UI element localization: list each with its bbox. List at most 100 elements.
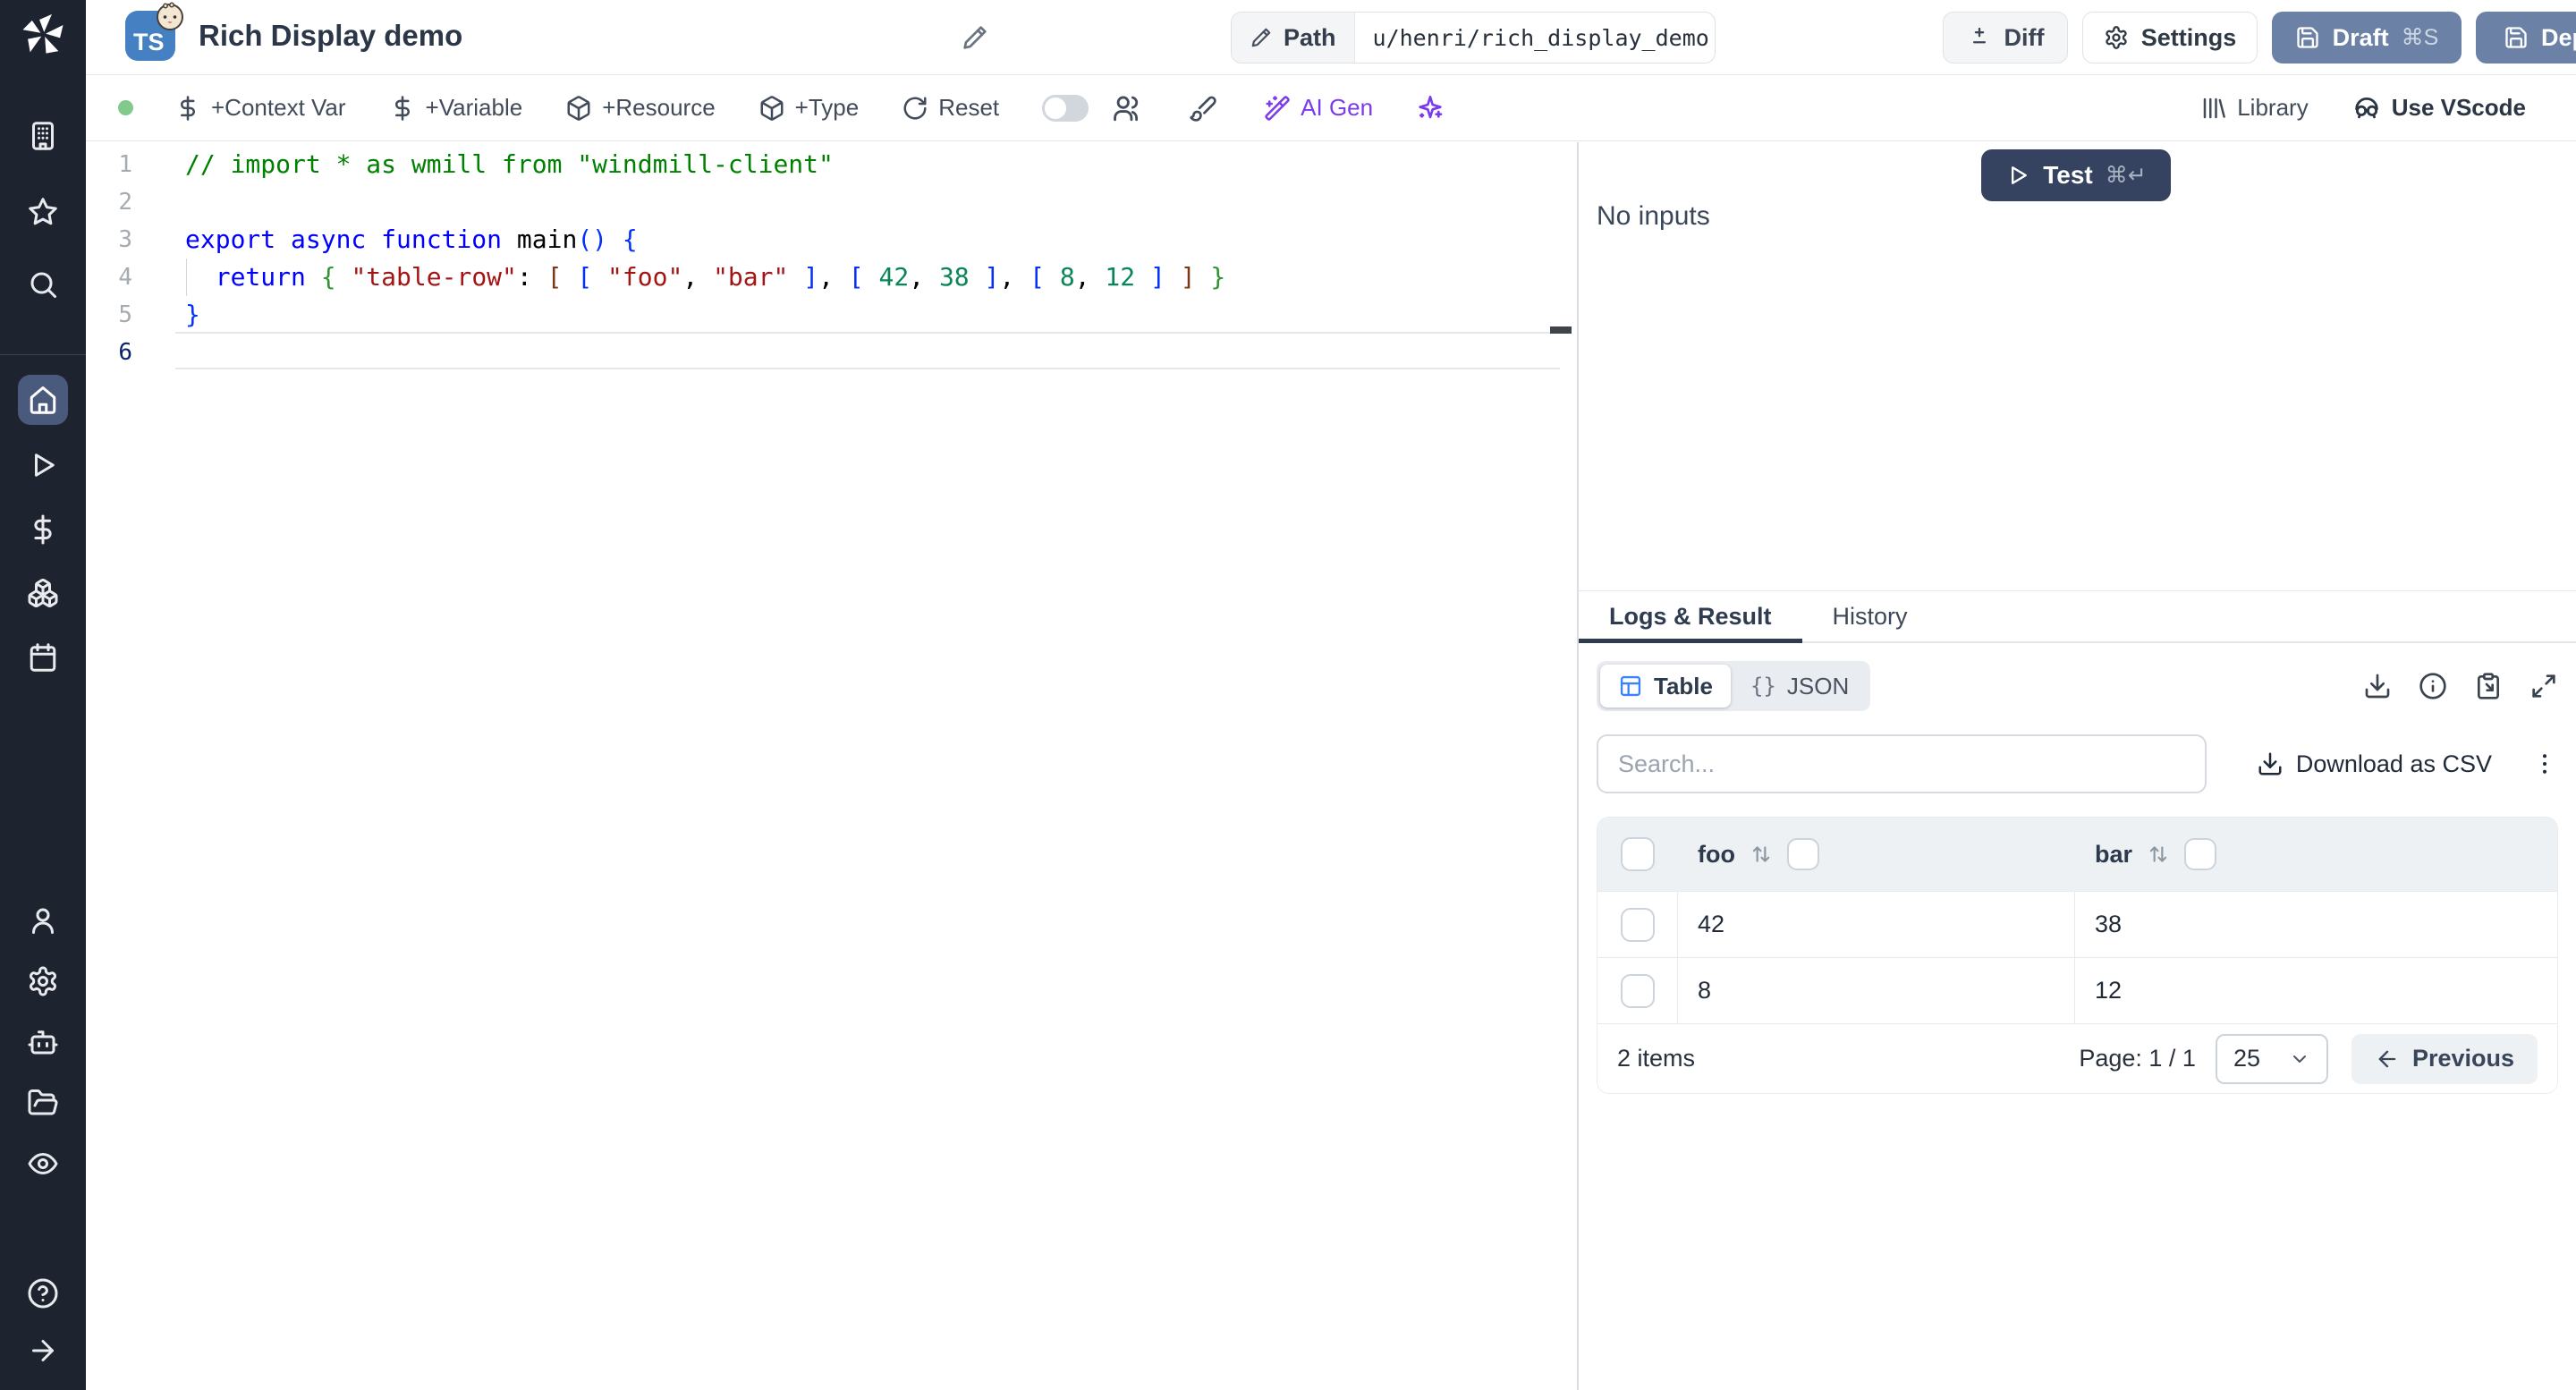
view-table-button[interactable]: Table (1600, 665, 1731, 708)
test-shortcut: ⌘↵ (2105, 163, 2147, 188)
home-icon (27, 384, 59, 416)
use-vscode-button[interactable]: Use VScode (2351, 93, 2526, 123)
page-size-value: 25 (2233, 1045, 2260, 1072)
save-deploy-icon (2504, 25, 2529, 50)
typescript-badge-label: TS (133, 29, 165, 55)
tab-logs-result[interactable]: Logs & Result (1579, 591, 1802, 643)
library-label: Library (2237, 94, 2309, 121)
library-icon (2200, 95, 2227, 122)
refresh-icon (902, 95, 928, 122)
more-options-kebab-icon[interactable] (2531, 750, 2558, 777)
code-text: } (185, 300, 200, 329)
dollar-icon (389, 95, 416, 122)
code-editor[interactable]: 1 // import * as wmill from "windmill-cli… (86, 142, 1577, 1390)
sort-bar-icon[interactable] (2147, 843, 2170, 866)
arrow-left-icon (2375, 1047, 2400, 1072)
code-text: export async function main() { (185, 225, 638, 254)
download-result-icon[interactable] (2363, 672, 2392, 700)
cell-bar: 38 (2095, 911, 2123, 937)
workspace-building-icon[interactable] (27, 120, 59, 152)
add-context-var-button[interactable]: +Context Var (174, 94, 346, 122)
schedules-calendar-icon[interactable] (27, 641, 59, 674)
code-line: 2 (86, 183, 1577, 221)
row-checkbox[interactable] (1620, 973, 1655, 1008)
previous-label: Previous (2411, 1045, 2514, 1072)
table-header-row: foo bar (1597, 818, 2557, 891)
path-pencil-icon (1250, 26, 1273, 49)
help-circle-icon[interactable] (27, 1277, 59, 1309)
line-number: 5 (118, 301, 132, 328)
search-input[interactable] (1597, 734, 2207, 793)
line-number: 4 (118, 264, 132, 291)
diff-button[interactable]: Diff (1943, 12, 2068, 64)
dollar-icon (174, 95, 201, 122)
edit-summary-pencil-icon[interactable] (961, 23, 989, 52)
windmill-logo-icon[interactable] (20, 11, 66, 57)
format-brush-icon[interactable] (1189, 94, 1217, 123)
table-row: 42 38 (1597, 891, 2557, 957)
page-size-select[interactable]: 25 (2215, 1033, 2328, 1084)
add-type-label: +Type (794, 94, 860, 121)
draft-label: Draft (2332, 23, 2389, 51)
library-button[interactable]: Library (2200, 94, 2309, 122)
select-all-checkbox[interactable] (1621, 837, 1655, 871)
audit-eye-icon[interactable] (27, 1148, 59, 1180)
add-type-button[interactable]: +Type (758, 94, 860, 122)
no-inputs-text: No inputs (1597, 201, 1710, 231)
copy-to-clipboard-icon[interactable] (2474, 672, 2503, 700)
expand-arrow-right-icon[interactable] (27, 1335, 59, 1367)
sparkles-icon[interactable] (1416, 94, 1445, 123)
folders-folder-icon[interactable] (27, 1087, 59, 1119)
deploy-button[interactable]: Deploy (2476, 12, 2576, 64)
diff-icon (1967, 25, 1992, 50)
runs-play-icon[interactable] (27, 449, 59, 481)
previous-page-button[interactable]: Previous (2351, 1033, 2538, 1084)
home-active-item[interactable] (18, 375, 68, 425)
view-json-button[interactable]: {} JSON (1733, 665, 1867, 708)
reset-button[interactable]: Reset (902, 94, 999, 122)
resources-boxes-icon[interactable] (27, 577, 59, 609)
add-resource-button[interactable]: +Resource (565, 94, 716, 122)
tab-history[interactable]: History (1802, 591, 1938, 641)
column-header-bar[interactable]: bar (2095, 841, 2132, 869)
column-header-foo[interactable]: foo (1698, 841, 1735, 869)
users-icon[interactable] (1112, 93, 1142, 123)
code-line: 1 // import * as wmill from "windmill-cli… (86, 146, 1577, 183)
variables-dollar-icon[interactable] (27, 513, 59, 546)
expand-icon[interactable] (2529, 672, 2558, 700)
settings-button[interactable]: Settings (2082, 12, 2258, 64)
row-checkbox[interactable] (1620, 907, 1655, 942)
cell-foo: 42 (1698, 911, 1725, 937)
code-line: 3 export async function main() { (86, 221, 1577, 259)
settings-label: Settings (2140, 23, 2237, 51)
ai-gen-button[interactable]: AI Gen (1264, 94, 1373, 122)
path-button[interactable]: Path u/henri/rich_display_demo (1231, 12, 1716, 64)
package-icon (565, 95, 592, 122)
cell-bar: 12 (2095, 977, 2123, 1004)
table-icon (1618, 674, 1643, 699)
top-bar: TS Rich Display demo Path u/henri/rich_d… (86, 0, 2576, 75)
ai-gen-label: AI Gen (1301, 94, 1374, 121)
sort-foo-icon[interactable] (1750, 843, 1773, 866)
result-table: foo bar 42 38 8 12 2 items Page: 1 / 1 2… (1597, 817, 2558, 1094)
multiplayer-toggle[interactable] (1042, 94, 1089, 122)
users-person-icon[interactable] (27, 904, 59, 937)
add-resource-label: +Resource (602, 94, 716, 121)
draft-button[interactable]: Draft ⌘S (2272, 12, 2462, 64)
workers-bot-icon[interactable] (27, 1026, 59, 1058)
view-json-label: JSON (1786, 672, 1850, 699)
reset-label: Reset (938, 94, 1000, 121)
search-icon[interactable] (27, 268, 59, 301)
test-button[interactable]: Test ⌘↵ (1981, 149, 2171, 201)
use-vscode-label: Use VScode (2391, 94, 2526, 121)
column-bar-checkbox[interactable] (2184, 838, 2217, 870)
settings-gear-icon[interactable] (27, 965, 59, 997)
info-icon[interactable] (2419, 672, 2447, 700)
download-csv-label: Download as CSV (2295, 750, 2492, 777)
bun-logo-icon (157, 2, 183, 30)
add-variable-button[interactable]: +Variable (389, 94, 522, 122)
column-foo-checkbox[interactable] (1786, 838, 1819, 870)
favorites-star-icon[interactable] (27, 196, 59, 228)
line-number: 1 (118, 151, 132, 178)
download-csv-button[interactable]: Download as CSV (2257, 750, 2492, 778)
